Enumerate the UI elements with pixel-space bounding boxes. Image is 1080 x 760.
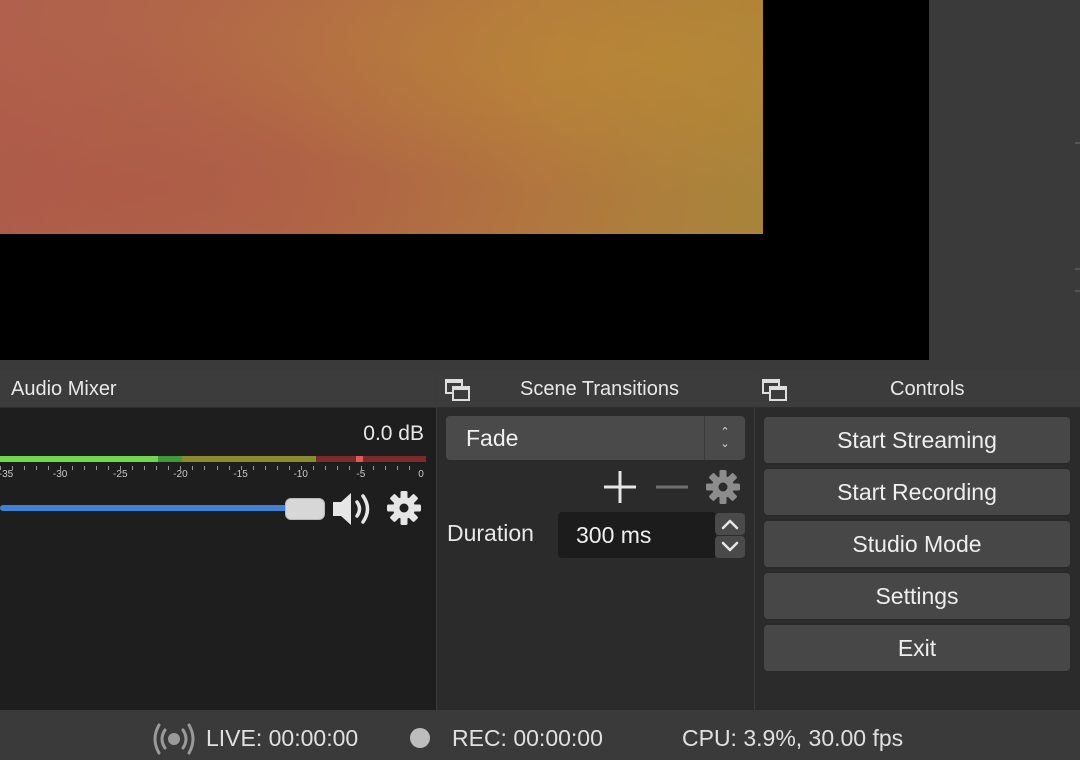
audio-mixer-body <box>0 408 436 710</box>
minus-icon[interactable] <box>652 467 692 507</box>
float-icon[interactable] <box>443 377 471 403</box>
meter-tick <box>192 466 194 470</box>
transition-select[interactable]: Fade ⌃ ⌄ <box>446 416 745 460</box>
meter-tick <box>312 466 314 470</box>
meter-tick <box>252 466 254 470</box>
meter-tick <box>408 466 410 470</box>
meter-tick <box>360 466 362 470</box>
meter-tick-label: -15 <box>233 469 248 480</box>
meter-tick-label: -10 <box>293 469 308 480</box>
meter-tick-label: -25 <box>113 469 128 480</box>
duration-input[interactable]: 300 ms <box>558 512 716 558</box>
volume-meter <box>0 456 426 462</box>
meter-tick <box>396 466 398 470</box>
meter-tick <box>216 466 218 470</box>
meter-tick <box>84 466 86 470</box>
edge-handle <box>1075 290 1080 292</box>
audio-mixer-title: Audio Mixer <box>11 378 117 400</box>
meter-tick-label: -30 <box>52 469 68 480</box>
meter-tick-label: -5 <box>356 469 366 480</box>
duration-decrement-button[interactable] <box>715 536 745 558</box>
meter-tick <box>180 466 182 470</box>
meter-tick <box>336 466 338 470</box>
meter-tick <box>144 466 146 470</box>
record-dot-icon <box>410 728 430 748</box>
chevron-up-icon <box>721 519 739 530</box>
meter-tick-label: 0 <box>418 469 424 480</box>
plus-icon[interactable] <box>600 467 640 507</box>
meter-tick <box>36 466 38 470</box>
controls-header: Controls <box>755 371 1080 408</box>
edge-handle <box>1075 142 1080 144</box>
meter-tick <box>324 466 326 470</box>
meter-tick <box>12 466 14 470</box>
start-recording-button[interactable]: Start Recording <box>764 469 1070 515</box>
gear-icon[interactable] <box>386 490 422 526</box>
meter-tick <box>168 466 170 470</box>
chevron-down-icon <box>721 541 739 552</box>
gear-icon[interactable] <box>705 469 741 505</box>
edge-handle <box>1075 268 1080 270</box>
cpu-fps-readout: CPU: 3.9%, 30.00 fps <box>682 725 904 751</box>
meter-tick <box>24 466 26 470</box>
float-icon[interactable] <box>760 377 788 403</box>
speaker-icon[interactable] <box>331 490 377 528</box>
preview-gutter <box>929 0 1080 360</box>
duration-label: Duration <box>447 520 534 546</box>
broadcast-icon <box>153 723 195 755</box>
meter-tick <box>96 466 98 470</box>
live-timer: LIVE: 00:00:00 <box>206 725 359 751</box>
meter-tick <box>60 466 62 470</box>
db-readout: 0.0 dB <box>363 422 424 445</box>
chevron-updown-icon: ⌃ ⌄ <box>704 416 745 460</box>
meter-tick <box>72 466 74 470</box>
meter-tick <box>300 466 302 470</box>
meter-tick <box>108 466 110 470</box>
transition-select-value: Fade <box>466 425 519 451</box>
meter-tick <box>204 466 206 470</box>
volume-meter-bar <box>0 456 426 462</box>
meter-tick-label: -35 <box>0 469 14 480</box>
studio-mode-button[interactable]: Studio Mode <box>764 521 1070 567</box>
meter-tick <box>372 466 374 470</box>
meter-tick <box>156 466 158 470</box>
preview-source-image[interactable] <box>0 0 763 234</box>
volume-slider-handle[interactable] <box>285 498 325 520</box>
volume-slider-track[interactable] <box>0 505 290 511</box>
duration-increment-button[interactable] <box>715 513 745 535</box>
meter-tick <box>348 466 350 470</box>
meter-tick <box>264 466 266 470</box>
meter-tick <box>288 466 290 470</box>
audio-mixer-header: Audio Mixer <box>0 371 436 408</box>
settings-button[interactable]: Settings <box>764 573 1070 619</box>
meter-tick-label: -20 <box>173 469 188 480</box>
meter-tick <box>120 466 122 470</box>
meter-tick <box>132 466 134 470</box>
meter-tick <box>0 466 1 470</box>
meter-tick <box>228 466 230 470</box>
meter-tick <box>276 466 278 470</box>
duration-value: 300 ms <box>576 522 652 548</box>
exit-button[interactable]: Exit <box>764 625 1070 671</box>
meter-tick <box>384 466 386 470</box>
scene-transitions-header: Scene Transitions <box>437 371 754 408</box>
start-streaming-button[interactable]: Start Streaming <box>764 417 1070 463</box>
rec-timer: REC: 00:00:00 <box>452 725 603 751</box>
controls-title: Controls <box>890 378 965 400</box>
meter-tick <box>48 466 50 470</box>
scene-transitions-title: Scene Transitions <box>520 378 679 400</box>
meter-tick <box>240 466 242 470</box>
